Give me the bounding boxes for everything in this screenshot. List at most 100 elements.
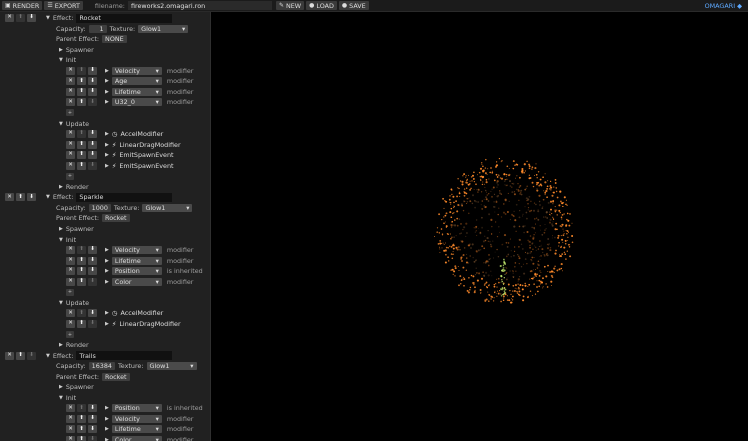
- init-move-down-button[interactable]: ⬇: [88, 77, 97, 86]
- texture-select[interactable]: Glow1 ▾: [142, 203, 193, 212]
- init-move-up-button[interactable]: ⬆: [77, 267, 86, 276]
- add-update-button[interactable]: +: [66, 331, 74, 338]
- init-remove-button[interactable]: ✕: [66, 98, 75, 107]
- init-remove-button[interactable]: ✕: [66, 425, 75, 434]
- capacity-input[interactable]: 1000: [88, 203, 111, 212]
- update-move-down-button[interactable]: ⬇: [88, 309, 97, 318]
- parent-effect-select[interactable]: NONE: [102, 35, 127, 44]
- init-attribute-select[interactable]: Velocity ▾: [111, 66, 162, 75]
- init-attribute-select[interactable]: Age ▾: [111, 77, 162, 86]
- save-button[interactable]: ● SAVE: [338, 1, 369, 10]
- init-move-down-button[interactable]: ⬇: [88, 267, 97, 276]
- update-move-up-button[interactable]: ⬆: [77, 309, 86, 318]
- collapse-arrow-icon[interactable]: ▼: [46, 194, 50, 200]
- init-move-up-button[interactable]: ⬆: [77, 414, 86, 423]
- init-attribute-select[interactable]: Lifetime ▾: [111, 256, 162, 265]
- update-remove-button[interactable]: ✕: [66, 319, 75, 328]
- collapse-arrow-icon[interactable]: ▼: [46, 15, 50, 21]
- update-move-down-button[interactable]: ⬇: [88, 140, 97, 149]
- capacity-input[interactable]: 1: [88, 24, 107, 33]
- init-move-down-button[interactable]: ⬇: [88, 425, 97, 434]
- render-button[interactable]: ▣ RENDER: [2, 1, 43, 10]
- parent-effect-select[interactable]: Rocket: [102, 214, 130, 223]
- effect-move-down-button[interactable]: ⬇: [27, 351, 36, 360]
- init-move-down-button[interactable]: ⬇: [88, 404, 97, 413]
- effect-move-down-button[interactable]: ⬇: [27, 14, 36, 22]
- spawner-section[interactable]: Spawner: [66, 383, 94, 391]
- init-remove-button[interactable]: ✕: [66, 267, 75, 276]
- init-move-up-button[interactable]: ⬆: [77, 277, 86, 286]
- expand-arrow-icon[interactable]: ▶: [105, 426, 109, 432]
- update-move-down-button[interactable]: ⬇: [88, 130, 97, 139]
- expand-arrow-icon[interactable]: ▶: [105, 310, 109, 316]
- init-section[interactable]: Init: [66, 236, 76, 244]
- init-remove-button[interactable]: ✕: [66, 77, 75, 86]
- render-section[interactable]: Render: [66, 183, 89, 191]
- collapse-arrow-icon[interactable]: ▼: [59, 121, 63, 127]
- init-remove-button[interactable]: ✕: [66, 277, 75, 286]
- spawner-section[interactable]: Spawner: [66, 46, 94, 54]
- update-section[interactable]: Update: [66, 120, 89, 128]
- spawner-section[interactable]: Spawner: [66, 225, 94, 233]
- effect-name-input[interactable]: Sparkle: [76, 192, 173, 202]
- expand-arrow-icon[interactable]: ▶: [105, 152, 109, 158]
- expand-arrow-icon[interactable]: ▶: [105, 268, 109, 274]
- init-section[interactable]: Init: [66, 394, 76, 402]
- init-remove-button[interactable]: ✕: [66, 66, 75, 75]
- add-update-button[interactable]: +: [66, 172, 74, 180]
- expand-arrow-icon[interactable]: ▶: [59, 47, 63, 53]
- update-modifier[interactable]: ⚡ EmitSpawnEvent: [112, 151, 174, 159]
- effect-remove-button[interactable]: ✕: [5, 14, 14, 22]
- export-button[interactable]: ☰ EXPORT: [44, 1, 83, 10]
- init-remove-button[interactable]: ✕: [66, 404, 75, 413]
- expand-arrow-icon[interactable]: ▶: [105, 89, 109, 95]
- expand-arrow-icon[interactable]: ▶: [59, 384, 63, 390]
- effect-name-input[interactable]: Rocket: [76, 13, 173, 23]
- init-move-up-button[interactable]: ⬆: [77, 77, 86, 86]
- update-move-up-button[interactable]: ⬆: [77, 130, 86, 139]
- update-modifier[interactable]: ◷ AccelModifier: [112, 130, 163, 138]
- effect-move-up-button[interactable]: ⬆: [16, 193, 25, 202]
- init-move-up-button[interactable]: ⬆: [77, 256, 86, 265]
- update-remove-button[interactable]: ✕: [66, 309, 75, 318]
- expand-arrow-icon[interactable]: ▶: [105, 405, 109, 411]
- init-attribute-select[interactable]: Position ▾: [111, 404, 162, 413]
- init-remove-button[interactable]: ✕: [66, 246, 75, 255]
- init-move-up-button[interactable]: ⬆: [77, 404, 86, 413]
- expand-arrow-icon[interactable]: ▶: [105, 258, 109, 264]
- init-attribute-select[interactable]: Color ▾: [111, 277, 162, 286]
- texture-select[interactable]: Glow1 ▾: [146, 362, 197, 371]
- load-button[interactable]: ● LOAD: [306, 1, 337, 10]
- init-attribute-select[interactable]: Lifetime ▾: [111, 87, 162, 96]
- effect-move-down-button[interactable]: ⬇: [27, 193, 36, 202]
- collapse-arrow-icon[interactable]: ▼: [46, 353, 50, 359]
- expand-arrow-icon[interactable]: ▶: [105, 142, 109, 148]
- update-move-up-button[interactable]: ⬆: [77, 161, 86, 170]
- collapse-arrow-icon[interactable]: ▼: [59, 57, 63, 63]
- init-attribute-select[interactable]: Velocity ▾: [111, 414, 162, 423]
- add-init-button[interactable]: +: [66, 288, 74, 296]
- init-attribute-select[interactable]: U32_0 ▾: [111, 98, 162, 107]
- init-move-up-button[interactable]: ⬆: [77, 246, 86, 255]
- new-button[interactable]: ✎ NEW: [275, 1, 305, 10]
- init-section[interactable]: Init: [66, 56, 76, 64]
- expand-arrow-icon[interactable]: ▶: [105, 78, 109, 84]
- update-move-down-button[interactable]: ⬇: [88, 319, 97, 328]
- update-move-down-button[interactable]: ⬇: [88, 151, 97, 160]
- init-move-up-button[interactable]: ⬆: [77, 98, 86, 107]
- expand-arrow-icon[interactable]: ▶: [105, 416, 109, 422]
- init-remove-button[interactable]: ✕: [66, 414, 75, 423]
- update-remove-button[interactable]: ✕: [66, 161, 75, 170]
- init-attribute-select[interactable]: Lifetime ▾: [111, 425, 162, 434]
- expand-arrow-icon[interactable]: ▶: [105, 99, 109, 105]
- init-remove-button[interactable]: ✕: [66, 87, 75, 96]
- collapse-arrow-icon[interactable]: ▼: [59, 395, 63, 401]
- init-move-down-button[interactable]: ⬇: [88, 256, 97, 265]
- expand-arrow-icon[interactable]: ▶: [105, 247, 109, 253]
- init-move-up-button[interactable]: ⬆: [77, 87, 86, 96]
- render-section[interactable]: Render: [66, 341, 89, 349]
- expand-arrow-icon[interactable]: ▶: [59, 184, 63, 190]
- expand-arrow-icon[interactable]: ▶: [105, 131, 109, 137]
- init-move-down-button[interactable]: ⬇: [88, 98, 97, 107]
- expand-arrow-icon[interactable]: ▶: [105, 68, 109, 74]
